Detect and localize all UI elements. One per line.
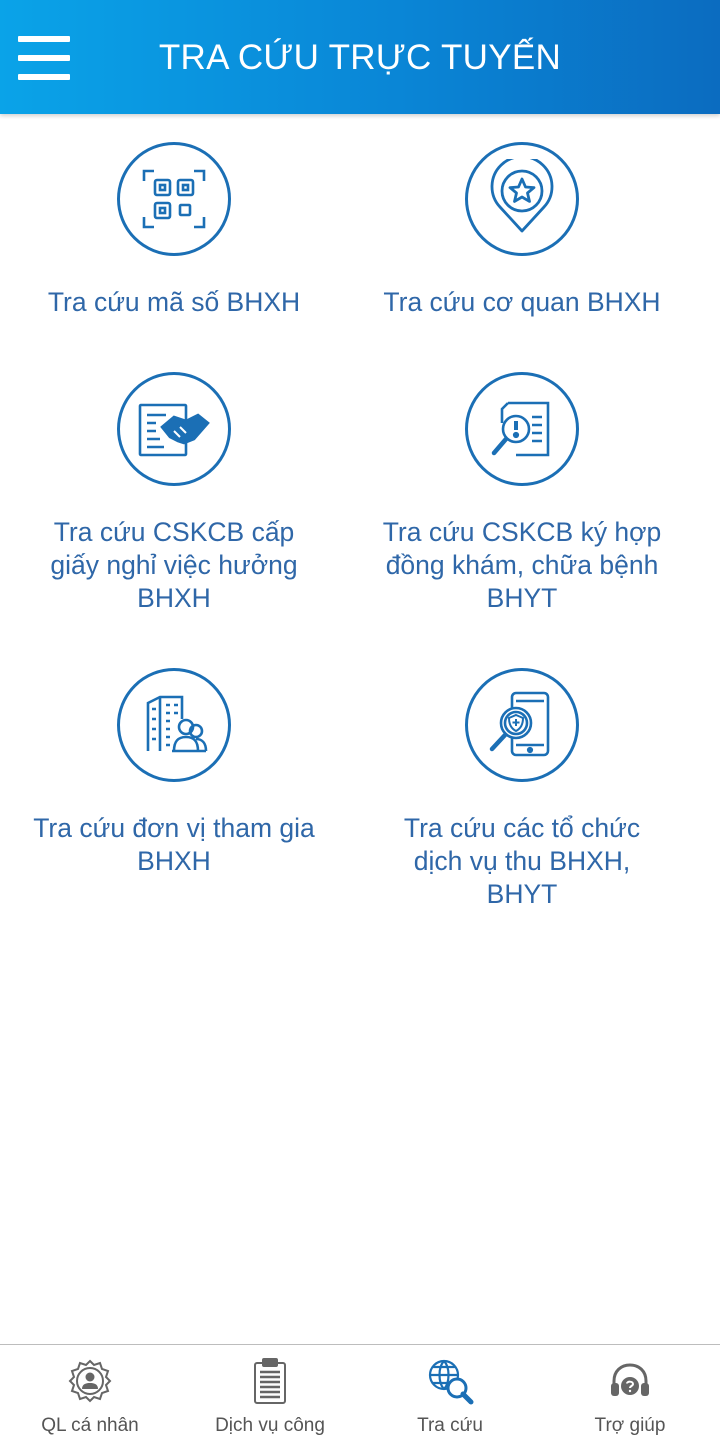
tile-label: Tra cứu CSKCB cấp giấy nghỉ việc hưởng B…	[50, 517, 298, 613]
tile-label: Tra cứu mã số BHXH	[47, 287, 301, 317]
tile-co-quan-bhxh[interactable]: Tra cứu cơ quan BHXH	[352, 142, 692, 319]
document-search-alert-icon	[465, 372, 579, 486]
gear-user-icon	[68, 1359, 112, 1403]
nav-tro-giup[interactable]: Trợ giúp	[540, 1345, 720, 1441]
tile-label: Tra cứu CSKCB ký hợp đồng khám, chữa bện…	[382, 517, 662, 613]
phone-shield-search-icon	[465, 668, 579, 782]
handshake-document-icon	[117, 372, 231, 486]
globe-search-icon	[428, 1359, 474, 1405]
tile-ma-so-bhxh[interactable]: Tra cứu mã số BHXH	[4, 142, 344, 319]
tile-label: Tra cứu các tổ chức dịch vụ thu BHXH, BH…	[403, 813, 641, 909]
nav-ql-ca-nhan[interactable]: QL cá nhân	[0, 1345, 180, 1441]
nav-label: Trợ giúp	[594, 1415, 666, 1436]
app-header: TRA CỨU TRỰC TUYẾN	[0, 0, 720, 114]
nav-label: QL cá nhân	[41, 1415, 139, 1436]
nav-tra-cuu[interactable]: Tra cứu	[360, 1345, 540, 1441]
qr-scan-icon	[117, 142, 231, 256]
page-title: TRA CỨU TRỰC TUYẾN	[158, 38, 562, 77]
tile-don-vi-tham-gia[interactable]: Tra cứu đơn vị tham gia BHXH	[4, 668, 344, 878]
clipboard-icon	[254, 1358, 286, 1404]
nav-dich-vu-cong[interactable]: Dịch vụ công	[180, 1345, 360, 1441]
nav-label: Dịch vụ công	[215, 1415, 325, 1436]
tile-cskcb-nghi-viec[interactable]: Tra cứu CSKCB cấp giấy nghỉ việc hưởng B…	[4, 372, 344, 615]
nav-label: Tra cứu	[417, 1415, 483, 1436]
location-star-icon	[465, 142, 579, 256]
tile-label: Tra cứu đơn vị tham gia BHXH	[33, 813, 315, 876]
tile-cskcb-ky-hop-dong[interactable]: Tra cứu CSKCB ký hợp đồng khám, chữa bện…	[352, 372, 692, 615]
tile-to-chuc-dich-vu-thu[interactable]: Tra cứu các tổ chức dịch vụ thu BHXH, BH…	[352, 668, 692, 911]
bottom-nav: QL cá nhân Dịch vụ công Tra cứu Trợ giúp	[0, 1344, 720, 1441]
building-people-icon	[117, 668, 231, 782]
headset-help-icon	[611, 1363, 649, 1396]
tile-label: Tra cứu cơ quan BHXH	[383, 287, 661, 317]
